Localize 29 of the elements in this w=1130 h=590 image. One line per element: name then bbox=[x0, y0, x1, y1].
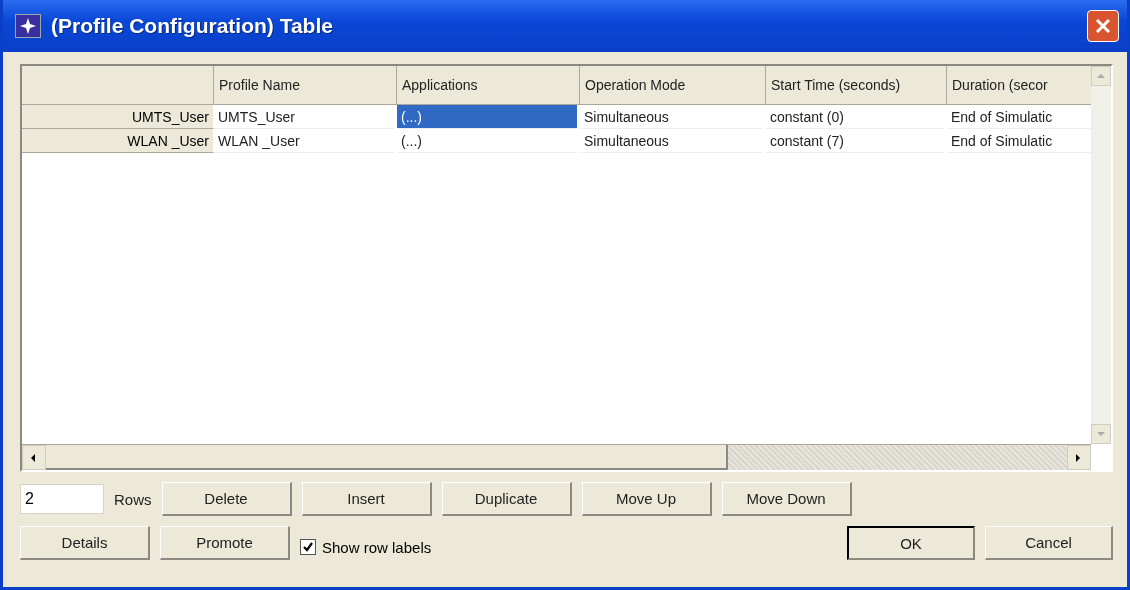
row-label: UMTS_User bbox=[22, 105, 214, 129]
promote-button[interactable]: Promote bbox=[160, 526, 290, 560]
close-icon bbox=[1094, 17, 1112, 35]
scroll-up-icon bbox=[1096, 71, 1106, 81]
show-row-labels-checkbox[interactable]: Show row labels bbox=[300, 538, 837, 556]
horizontal-scrollbar[interactable] bbox=[22, 444, 1091, 470]
details-button[interactable]: Details bbox=[20, 526, 150, 560]
row-action-button[interactable]: Move Up bbox=[581, 482, 712, 516]
row-action-button[interactable]: Delete bbox=[161, 482, 292, 516]
close-button[interactable] bbox=[1087, 10, 1119, 42]
vertical-scrollbar[interactable] bbox=[1091, 66, 1111, 444]
row-action-button[interactable]: Move Down bbox=[721, 482, 852, 516]
row-label: WLAN _User bbox=[22, 129, 214, 153]
scroll-thumb[interactable] bbox=[46, 445, 728, 470]
column-header[interactable]: Duration (secor bbox=[947, 66, 1091, 105]
column-header[interactable]: Operation Mode bbox=[580, 66, 766, 105]
row-action-button[interactable]: Insert bbox=[301, 482, 432, 516]
column-header[interactable]: Profile Name bbox=[214, 66, 397, 105]
table-cell[interactable]: (...) bbox=[397, 105, 577, 129]
rows-field[interactable]: 2 bbox=[20, 484, 104, 514]
column-header[interactable]: Start Time (seconds) bbox=[766, 66, 947, 105]
ok-button[interactable]: OK bbox=[847, 526, 975, 560]
column-header[interactable]: Applications bbox=[397, 66, 580, 105]
scroll-down-icon bbox=[1096, 429, 1106, 439]
cancel-button[interactable]: Cancel bbox=[985, 526, 1113, 560]
row-action-button[interactable]: Duplicate bbox=[441, 482, 572, 516]
window-title: (Profile Configuration) Table bbox=[51, 14, 334, 38]
rows-label: Rows bbox=[114, 490, 152, 508]
check-icon bbox=[302, 541, 314, 553]
